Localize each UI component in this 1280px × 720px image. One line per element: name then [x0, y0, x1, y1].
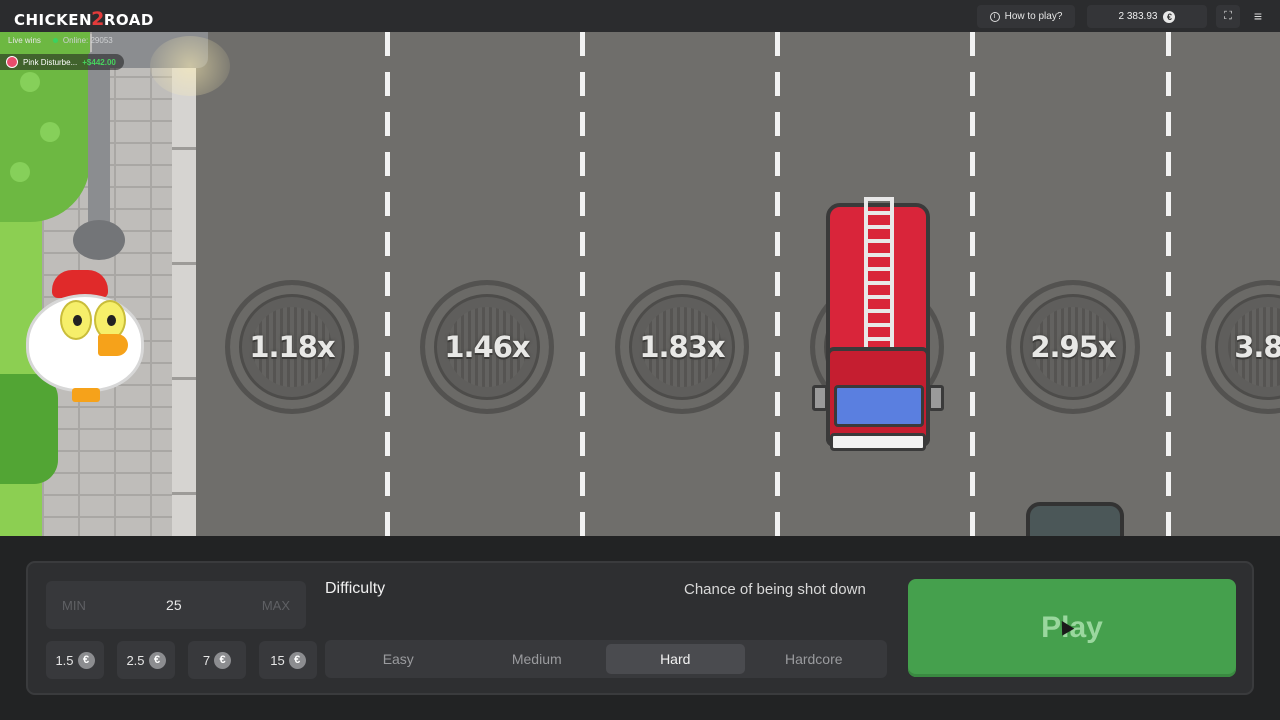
- manhole-multiplier[interactable]: 3.82: [1201, 280, 1280, 414]
- chance-label: Chance of being shot down: [684, 581, 866, 598]
- lane-divider: [580, 32, 585, 536]
- chicken-character: [26, 270, 146, 404]
- how-to-play-label: How to play?: [1004, 11, 1063, 22]
- multiplier-label: 1.46x: [444, 330, 530, 364]
- logo-text-mid: 2: [91, 8, 105, 30]
- chicken-pupil: [107, 315, 116, 326]
- lane-divider: [385, 32, 390, 536]
- lane-divider: [1166, 32, 1171, 536]
- car: [1026, 502, 1124, 536]
- manhole-multiplier[interactable]: 2.95x: [1006, 280, 1140, 414]
- fullscreen-icon[interactable]: ⛶: [1216, 5, 1240, 28]
- balance-display: 2 383.93 €: [1087, 5, 1207, 28]
- difficulty-label: Difficulty: [325, 580, 386, 597]
- logo-text-right: ROAD: [103, 11, 154, 29]
- multiplier-label: 1.83x: [639, 330, 725, 364]
- game-scene: 1.18x 1.46x 1.83x 2.95x 3.82: [0, 32, 1280, 536]
- fire-truck: [812, 197, 946, 453]
- quick-bet-chip[interactable]: 2.5 €: [117, 641, 175, 679]
- game-root: CHICKEN2ROAD i How to play? 2 383.93 € ⛶…: [0, 0, 1280, 720]
- euro-icon: €: [214, 651, 232, 669]
- online-count-text: Online: 29053: [62, 35, 113, 45]
- chip-amount: 1.5: [55, 652, 74, 668]
- difficulty-selector: Easy Medium Hard Hardcore: [325, 640, 887, 678]
- live-wins-label: Live wins: [8, 35, 41, 45]
- truck-mirror: [812, 385, 828, 411]
- chicken-eye: [60, 300, 92, 340]
- hamburger-menu-icon[interactable]: ≡: [1248, 5, 1268, 28]
- truck-windshield: [834, 385, 924, 427]
- bet-value[interactable]: 25: [166, 597, 182, 613]
- manhole-multiplier[interactable]: 1.18x: [225, 280, 359, 414]
- manhole-multiplier[interactable]: 1.83x: [615, 280, 749, 414]
- curb: [172, 32, 196, 536]
- chicken-beak: [98, 334, 128, 356]
- truck-bumper: [830, 433, 926, 451]
- quick-bet-chip[interactable]: 15 €: [259, 641, 317, 679]
- chip-amount: 15: [270, 652, 285, 668]
- chip-amount: 7: [202, 652, 211, 668]
- online-dot-icon: [52, 37, 58, 43]
- bet-amount-input[interactable]: MIN 25 MAX: [46, 581, 306, 629]
- multiplier-label: 3.82: [1234, 330, 1280, 364]
- live-win-entry: Pink Disturbe... +$442.00: [0, 54, 124, 70]
- truck-mirror: [928, 385, 944, 411]
- win-player-name: Pink Disturbe...: [23, 57, 78, 67]
- game-logo: CHICKEN2ROAD: [14, 8, 154, 30]
- bet-min-button[interactable]: MIN: [62, 598, 86, 613]
- chip-amount: 2.5: [126, 652, 145, 668]
- street-lamp-base: [73, 220, 125, 260]
- how-to-play-button[interactable]: i How to play?: [977, 5, 1075, 28]
- chicken-pupil: [73, 315, 82, 326]
- euro-icon: €: [148, 651, 166, 669]
- info-icon: i: [989, 11, 1000, 22]
- tree-leaf: [40, 122, 60, 142]
- lane-divider: [970, 32, 975, 536]
- difficulty-medium-tab[interactable]: Medium: [468, 644, 607, 674]
- euro-icon: €: [1163, 10, 1176, 23]
- live-wins-bar: Live wins Online: 29053: [0, 33, 113, 47]
- quick-bet-chips: 1.5 € 2.5 € 7 € 15 €: [46, 641, 317, 679]
- difficulty-hardcore-tab[interactable]: Hardcore: [745, 644, 884, 674]
- quick-bet-chip[interactable]: 1.5 €: [46, 641, 104, 679]
- multiplier-label: 1.18x: [249, 330, 335, 364]
- quick-bet-chip[interactable]: 7 €: [188, 641, 246, 679]
- euro-icon: €: [288, 651, 306, 669]
- top-bar: CHICKEN2ROAD i How to play? 2 383.93 € ⛶…: [0, 0, 1280, 32]
- multiplier-label: 2.95x: [1030, 330, 1116, 364]
- manhole-multiplier[interactable]: 1.46x: [420, 280, 554, 414]
- lane-divider: [775, 32, 780, 536]
- win-amount: +$442.00: [82, 57, 116, 67]
- difficulty-easy-tab[interactable]: Easy: [329, 644, 468, 674]
- euro-icon: €: [77, 651, 95, 669]
- difficulty-hard-tab[interactable]: Hard: [606, 644, 745, 674]
- truck-ladder: [864, 197, 894, 355]
- lamp-light-glow: [150, 36, 230, 96]
- player-avatar: [6, 56, 18, 68]
- tree-leaf: [10, 162, 30, 182]
- balance-value: 2 383.93: [1118, 11, 1158, 22]
- online-count: Online: 29053: [52, 35, 113, 45]
- logo-text-left: CHICKEN: [14, 11, 93, 29]
- chicken-feet: [72, 388, 100, 402]
- tree-leaf: [20, 72, 40, 92]
- bet-max-button[interactable]: MAX: [262, 598, 290, 613]
